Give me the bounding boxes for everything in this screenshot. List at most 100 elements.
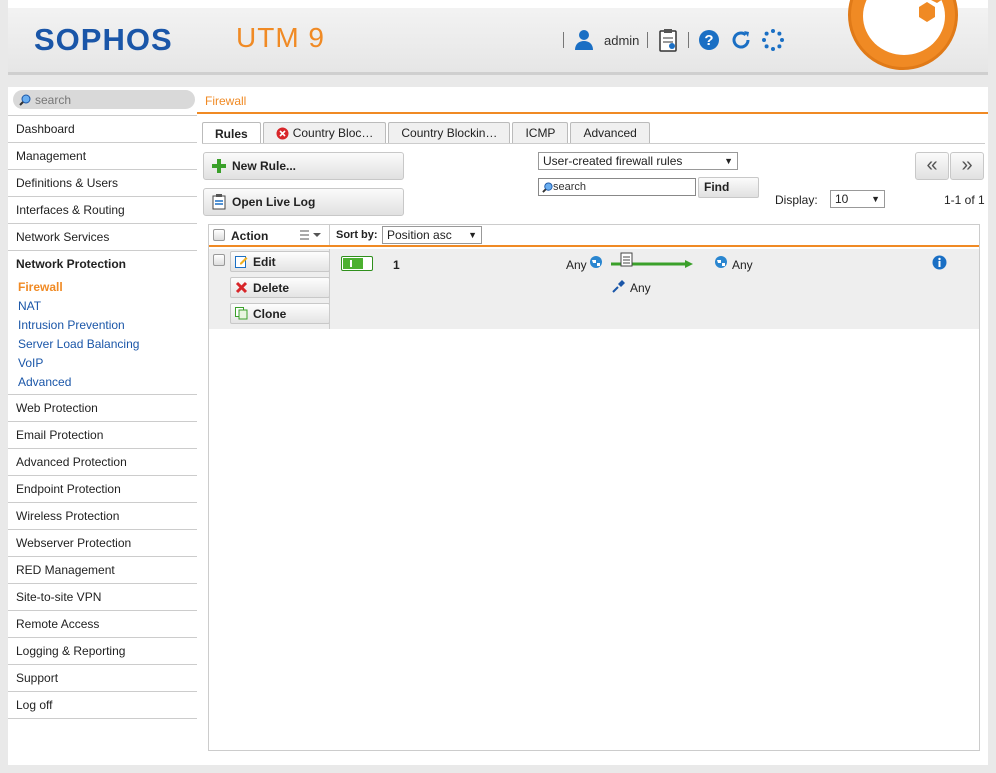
help-icon[interactable]: ? <box>697 28 721 52</box>
plus-icon <box>212 159 226 173</box>
clone-icon <box>235 307 248 320</box>
nav-red-management[interactable]: RED Management <box>8 557 197 584</box>
subnav-voip[interactable]: VoIP <box>18 354 197 373</box>
edit-button[interactable]: Edit <box>230 251 330 272</box>
breadcrumb: Firewall <box>205 94 247 108</box>
username-link[interactable]: admin <box>604 33 639 48</box>
clone-label: Clone <box>253 306 287 321</box>
breadcrumb-bar: Firewall <box>197 87 988 114</box>
rule-number: 1 <box>393 258 400 272</box>
nav-webserver-protection[interactable]: Webserver Protection <box>8 530 197 557</box>
hexagon-logo-icon <box>919 0 942 22</box>
rule-search-input[interactable]: search <box>538 178 696 196</box>
rule-source: Any <box>566 258 587 272</box>
product-name: UTM 9 <box>236 22 325 53</box>
subnav-server-load-balancing[interactable]: Server Load Balancing <box>18 335 197 354</box>
nav-definitions-users[interactable]: Definitions & Users <box>8 170 197 197</box>
rule-filter-value: User-created firewall rules <box>543 154 683 168</box>
separator <box>688 32 690 48</box>
tab-rules[interactable]: Rules <box>202 122 261 144</box>
brand-logo: SOPHOS <box>34 22 173 57</box>
tab-label: Country Blockin… <box>401 126 498 140</box>
nav-email-protection[interactable]: Email Protection <box>8 422 197 449</box>
nav-log-off[interactable]: Log off <box>8 692 197 719</box>
network-globe-icon <box>589 255 603 272</box>
rule-destination: Any <box>732 258 753 272</box>
nav-site-to-site-vpn[interactable]: Site-to-site VPN <box>8 584 197 611</box>
info-icon[interactable] <box>932 255 947 273</box>
edit-icon <box>235 256 248 268</box>
table-row: Edit Delete Clone 1 Any Any Any <box>209 249 979 329</box>
rules-list: Action Sort by: Position asc ▼ Edit Dele… <box>208 224 980 751</box>
user-icon[interactable] <box>572 28 596 52</box>
svg-text:?: ? <box>705 32 714 49</box>
network-globe-icon <box>714 255 728 272</box>
column-divider <box>329 249 330 329</box>
subnav-firewall[interactable]: Firewall <box>18 278 197 297</box>
nav-support[interactable]: Support <box>8 665 197 692</box>
spinner-icon <box>761 28 785 52</box>
nav-network-services[interactable]: Network Services <box>8 224 197 251</box>
refresh-icon[interactable] <box>729 28 753 52</box>
row-checkbox[interactable] <box>213 254 225 266</box>
sort-select[interactable]: Position asc ▼ <box>382 226 482 244</box>
tab-country-blocking[interactable]: Country Bloc… <box>262 122 387 143</box>
clipboard-icon[interactable] <box>656 28 680 52</box>
sidebar: search Dashboard Management Definitions … <box>8 87 197 765</box>
clone-button[interactable]: Clone <box>230 303 330 324</box>
nav-web-protection[interactable]: Web Protection <box>8 395 197 422</box>
nav-dashboard[interactable]: Dashboard <box>8 116 197 143</box>
select-all-checkbox[interactable] <box>213 229 225 241</box>
tab-label: Country Bloc… <box>292 126 374 140</box>
log-icon <box>212 194 226 210</box>
tab-advanced[interactable]: Advanced <box>570 122 650 143</box>
open-live-log-label: Open Live Log <box>232 195 316 209</box>
display-count-value: 10 <box>835 192 849 206</box>
rule-filter-select[interactable]: User-created firewall rules ▼ <box>538 152 738 170</box>
nav-interfaces-routing[interactable]: Interfaces & Routing <box>8 197 197 224</box>
rule-enable-toggle[interactable] <box>341 256 373 271</box>
tab-country-blocking-exceptions[interactable]: Country Blockin… <box>388 122 511 143</box>
list-header: Action Sort by: Position asc ▼ <box>209 225 979 247</box>
sort-value: Position asc <box>387 228 452 242</box>
open-live-log-button[interactable]: Open Live Log <box>203 188 404 216</box>
disabled-icon <box>276 127 289 139</box>
toggle-mark <box>350 260 352 267</box>
page-prev-button[interactable]: « <box>915 152 949 180</box>
page-next-button[interactable]: » <box>950 152 984 180</box>
subnav-advanced[interactable]: Advanced <box>18 373 197 392</box>
sidebar-search[interactable]: search <box>13 90 195 109</box>
tab-label: Advanced <box>583 126 637 140</box>
header-tools: admin ? <box>563 26 785 54</box>
network-protection-subnav: Firewall NAT Intrusion Prevention Server… <box>8 278 197 395</box>
dropdown-arrow-icon: ▼ <box>724 156 733 166</box>
toggle-on-fill <box>343 258 363 269</box>
action-header: Action <box>231 229 269 243</box>
header-top-strip <box>8 0 988 8</box>
display-label: Display: <box>775 193 818 207</box>
find-button[interactable]: Find <box>698 177 759 198</box>
new-rule-button[interactable]: New Rule... <box>203 152 404 180</box>
nav-network-protection[interactable]: Network Protection <box>8 251 197 278</box>
display-count-select[interactable]: 10 ▼ <box>830 190 885 208</box>
tab-bar: Rules Country Bloc… Country Blockin… ICM… <box>202 122 650 144</box>
range-indicator: 1-1 of 1 <box>944 193 985 207</box>
nav-remote-access[interactable]: Remote Access <box>8 611 197 638</box>
nav-management[interactable]: Management <box>8 143 197 170</box>
rule-service: Any <box>630 281 651 295</box>
nav-endpoint-protection[interactable]: Endpoint Protection <box>8 476 197 503</box>
nav-logging-reporting[interactable]: Logging & Reporting <box>8 638 197 665</box>
tab-icmp[interactable]: ICMP <box>512 122 569 143</box>
separator <box>647 32 649 48</box>
subnav-intrusion-prevention[interactable]: Intrusion Prevention <box>18 316 197 335</box>
delete-button[interactable]: Delete <box>230 277 330 298</box>
subnav-nat[interactable]: NAT <box>18 297 197 316</box>
nav-wireless-protection[interactable]: Wireless Protection <box>8 503 197 530</box>
sophos-emblem <box>848 0 958 70</box>
rule-search-placeholder: search <box>553 181 587 193</box>
search-icon <box>542 181 553 193</box>
app-header: SOPHOS UTM 9 admin ? <box>8 0 988 75</box>
nav-advanced-protection[interactable]: Advanced Protection <box>8 449 197 476</box>
separator <box>563 32 564 48</box>
column-menu-icon[interactable] <box>299 228 323 245</box>
